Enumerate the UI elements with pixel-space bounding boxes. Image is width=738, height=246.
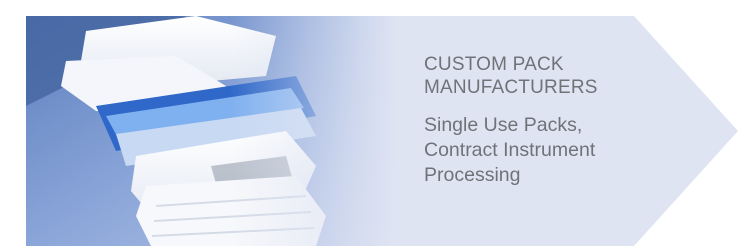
custom-pack-banner[interactable]: CUSTOM PACK MANUFACTURERS Single Use Pac…	[0, 0, 738, 246]
heading-line: CUSTOM PACK	[424, 54, 564, 75]
heading-line: MANUFACTURERS	[424, 77, 598, 98]
description-line: Processing	[424, 164, 521, 186]
banner-description: Single Use Packs, Contract Instrument Pr…	[424, 113, 664, 188]
banner-heading: CUSTOM PACK MANUFACTURERS	[424, 53, 664, 99]
surgical-packs-photo	[26, 16, 396, 246]
description-line: Single Use Packs,	[424, 114, 583, 136]
banner-text: CUSTOM PACK MANUFACTURERS Single Use Pac…	[424, 53, 664, 188]
description-line: Contract Instrument	[424, 139, 596, 161]
